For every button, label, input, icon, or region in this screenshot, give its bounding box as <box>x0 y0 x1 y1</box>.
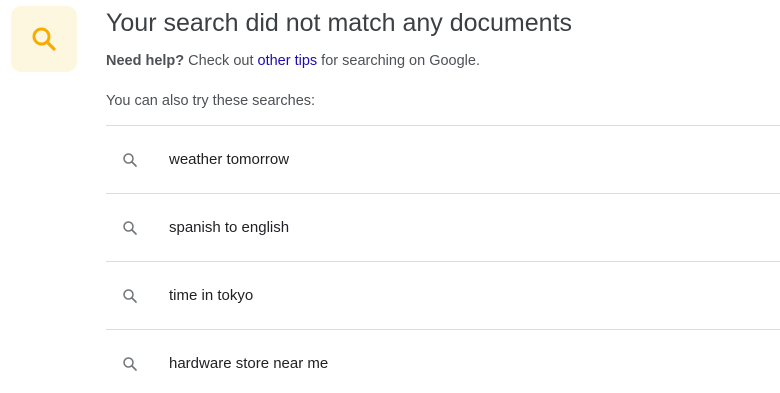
suggestion-label: weather tomorrow <box>169 151 290 168</box>
help-text: Check out <box>184 53 258 69</box>
suggestion-item[interactable]: spanish to english <box>106 194 780 262</box>
search-icon <box>120 150 140 170</box>
suggestion-item[interactable]: time in tokyo <box>106 262 780 330</box>
no-results-content: Your search did not match any documents … <box>106 0 780 393</box>
help-line: Need help? Check out other tips for sear… <box>106 51 780 71</box>
no-results-page: Your search did not match any documents … <box>0 0 780 393</box>
search-icon <box>120 354 140 374</box>
also-try-label: You can also try these searches: <box>106 93 316 109</box>
no-results-illustration <box>11 6 77 72</box>
search-icon <box>120 218 140 238</box>
search-icon <box>32 27 56 51</box>
suggestion-label: time in tokyo <box>169 287 254 304</box>
no-results-title: Your search did not match any documents <box>106 9 573 37</box>
help-tail-text: for searching on Google. <box>317 53 480 69</box>
suggestion-label: spanish to english <box>169 219 290 236</box>
search-icon <box>120 286 140 306</box>
suggestion-list: weather tomorrow spanish to english time… <box>106 125 780 393</box>
other-tips-link[interactable]: other tips <box>258 53 318 69</box>
suggestion-label: hardware store near me <box>169 355 329 372</box>
help-bold-text: Need help? <box>106 53 185 69</box>
suggestion-item[interactable]: weather tomorrow <box>106 126 780 194</box>
suggestion-item[interactable]: hardware store near me <box>106 330 780 393</box>
